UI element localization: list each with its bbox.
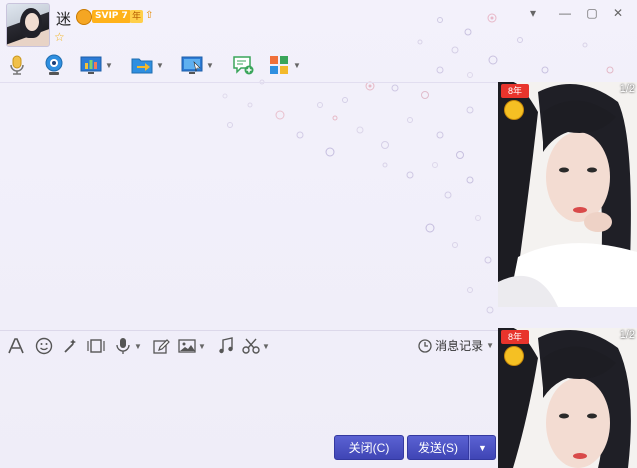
magic-button[interactable] bbox=[61, 336, 79, 356]
font-button[interactable] bbox=[7, 336, 25, 356]
photo-counter: 1/2 bbox=[619, 83, 635, 95]
voice-message-button[interactable]: ▼ bbox=[114, 336, 142, 356]
folder-arrow-icon bbox=[131, 58, 153, 74]
chevron-down-icon: ▼ bbox=[478, 442, 487, 453]
message-input[interactable] bbox=[0, 359, 498, 431]
chat-add-icon bbox=[233, 56, 254, 75]
message-history-area[interactable] bbox=[0, 83, 498, 329]
screen-chart-icon bbox=[80, 56, 102, 74]
remote-desktop-button[interactable]: ▼ bbox=[80, 52, 113, 78]
scissors-icon bbox=[242, 338, 260, 354]
clock-icon bbox=[418, 338, 432, 353]
image-icon bbox=[178, 339, 196, 353]
chevron-down-icon[interactable]: ▼ bbox=[486, 341, 494, 350]
svip-badge[interactable]: SVIP 7 bbox=[92, 10, 131, 23]
penguin-icon bbox=[76, 9, 92, 25]
voice-call-button[interactable] bbox=[6, 52, 28, 78]
apps-button[interactable]: ▼ bbox=[268, 52, 301, 78]
chevron-down-icon[interactable]: ▼ bbox=[262, 342, 270, 351]
crop-frame-icon bbox=[87, 339, 105, 353]
magic-wand-icon bbox=[64, 339, 76, 353]
upgrade-arrow-icon: ⇧ bbox=[145, 10, 154, 21]
year-badge[interactable]: 年 bbox=[130, 10, 144, 23]
music-note-icon bbox=[219, 337, 233, 354]
music-button[interactable] bbox=[217, 336, 235, 356]
new-chat-button[interactable] bbox=[232, 52, 254, 78]
font-icon bbox=[8, 338, 24, 354]
contact-photo-bottom[interactable]: 8年 1/2 bbox=[498, 328, 637, 468]
screenshot-button[interactable] bbox=[87, 336, 105, 356]
avatar[interactable] bbox=[6, 3, 50, 47]
cat-badge-icon bbox=[504, 346, 524, 366]
message-history-label: 消息记录 bbox=[435, 339, 484, 353]
chevron-down-icon[interactable]: ▼ bbox=[293, 61, 301, 70]
star-icon[interactable]: ☆ bbox=[54, 30, 65, 44]
edit-button[interactable] bbox=[152, 336, 170, 356]
send-button[interactable]: 发送(S) bbox=[407, 435, 469, 460]
input-toolbar: ▼ ▼ ▼ 消息记录 ▼ bbox=[0, 330, 498, 359]
chevron-down-icon[interactable]: ▼ bbox=[134, 342, 142, 351]
video-call-button[interactable] bbox=[43, 52, 65, 78]
chat-header: 迷 SVIP 7 年 ⇧ ☆ ▾ — ▢ ✕ bbox=[0, 0, 637, 48]
emoji-button[interactable] bbox=[35, 336, 53, 356]
monitor-cursor-icon bbox=[181, 56, 203, 74]
maximize-icon[interactable]: ▢ bbox=[582, 4, 602, 22]
microphone-icon bbox=[116, 338, 130, 354]
minimize-icon[interactable]: — bbox=[555, 4, 575, 22]
send-options-button[interactable]: ▼ bbox=[469, 435, 496, 460]
contact-name[interactable]: 迷 bbox=[56, 8, 71, 29]
smiley-icon bbox=[35, 337, 53, 355]
contact-photo-top[interactable]: 8年 1/2 bbox=[498, 82, 637, 307]
chevron-down-icon[interactable]: ▼ bbox=[206, 61, 214, 70]
membership-badge: 8年 bbox=[501, 84, 529, 98]
close-icon[interactable]: ✕ bbox=[608, 4, 628, 22]
apps-grid-icon bbox=[270, 56, 288, 74]
chevron-down-icon[interactable]: ▾ bbox=[523, 4, 543, 22]
screen-share-button[interactable]: ▼ bbox=[181, 52, 214, 78]
chevron-down-icon[interactable]: ▼ bbox=[198, 342, 206, 351]
microphone-icon bbox=[10, 55, 24, 75]
message-history-button[interactable]: 消息记录 ▼ bbox=[418, 337, 494, 354]
cut-button[interactable]: ▼ bbox=[242, 336, 270, 356]
membership-badge: 8年 bbox=[501, 330, 529, 344]
edit-icon bbox=[153, 339, 170, 354]
send-file-button[interactable]: ▼ bbox=[131, 52, 164, 78]
cat-badge-icon bbox=[504, 100, 524, 120]
main-toolbar: ▼ ▼ ▼ ▼ bbox=[0, 50, 637, 80]
image-button[interactable]: ▼ bbox=[178, 336, 206, 356]
close-button[interactable]: 关闭(C) bbox=[334, 435, 404, 460]
chevron-down-icon[interactable]: ▼ bbox=[105, 61, 113, 70]
webcam-icon bbox=[45, 54, 63, 75]
chevron-down-icon[interactable]: ▼ bbox=[156, 61, 164, 70]
photo-counter: 1/2 bbox=[619, 329, 635, 341]
